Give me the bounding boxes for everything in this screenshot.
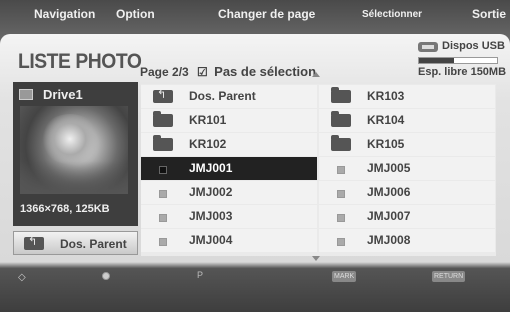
- image-info: 1366×768, 125KB: [20, 203, 110, 215]
- file-label: KR101: [189, 113, 227, 127]
- option-icon: [102, 272, 110, 280]
- selection-status: Pas de sélection: [214, 64, 317, 79]
- page-change-hint: Changer de page: [218, 7, 316, 21]
- drive-icon: [19, 89, 33, 100]
- file-label: JMJ002: [189, 185, 233, 199]
- folder-icon: [153, 111, 173, 127]
- file-icon: [337, 190, 345, 198]
- photo-thumbnail: [20, 106, 128, 194]
- usb-free-space: Esp. libre 150MB: [418, 66, 507, 78]
- checkbox-icon: ☑: [197, 65, 208, 79]
- file-item[interactable]: JMJ007: [319, 205, 495, 228]
- file-label: JMJ006: [367, 185, 411, 199]
- page-title: LISTE PHOTO: [18, 50, 142, 73]
- file-label: JMJ008: [367, 233, 411, 247]
- navigation-icon: ◇: [18, 272, 26, 283]
- file-label: JMJ007: [367, 209, 411, 223]
- file-icon: [337, 214, 345, 222]
- file-icon: [159, 190, 167, 198]
- file-icon: [337, 166, 345, 174]
- file-label: JMJ001: [189, 161, 233, 175]
- option-hint: Option: [116, 7, 155, 21]
- file-item[interactable]: JMJ003: [141, 205, 317, 228]
- usb-icon: [418, 42, 438, 52]
- page-info: Page 2/3 ☑ Pas de sélection: [140, 64, 316, 79]
- file-item[interactable]: JMJ004: [141, 229, 317, 252]
- usb-usage-bar: [418, 57, 498, 64]
- drive-header: Drive1: [13, 84, 138, 104]
- file-label: KR104: [367, 113, 405, 127]
- parent-folder-button[interactable]: Dos. Parent: [13, 231, 138, 255]
- file-item[interactable]: JMJ008: [319, 229, 495, 252]
- parent-folder-label: Dos. Parent: [60, 237, 127, 251]
- file-icon: [159, 238, 167, 246]
- folder-icon: [153, 135, 173, 151]
- select-hint: Sélectionner: [362, 9, 423, 20]
- file-label: KR103: [367, 89, 405, 103]
- file-item[interactable]: KR103: [319, 85, 495, 108]
- folder-icon: [331, 135, 351, 151]
- scroll-down-icon[interactable]: [312, 256, 320, 261]
- mark-key-icon: MARK: [332, 271, 357, 282]
- return-key-icon: RETURN: [432, 271, 466, 282]
- scroll-up-icon[interactable]: [312, 72, 320, 77]
- usb-usage-fill: [419, 58, 455, 63]
- file-label: KR105: [367, 137, 405, 151]
- file-item[interactable]: Dos. Parent: [141, 85, 317, 108]
- file-grid: Dos. Parent KR101 KR102 JMJ001 JMJ002 JMJ003 J…: [141, 84, 496, 256]
- exit-hint: Sortie: [472, 7, 507, 21]
- usb-status: Dispos USB Esp. libre 150MB: [418, 40, 506, 80]
- file-label: JMJ004: [189, 233, 233, 247]
- screen: LISTE PHOTO Page 2/3 ☑ Pas de sélection …: [0, 0, 510, 312]
- drive-label: Drive1: [43, 87, 83, 102]
- file-icon: [159, 214, 167, 222]
- file-label: JMJ005: [367, 161, 411, 175]
- file-label: Dos. Parent: [189, 89, 256, 103]
- file-item[interactable]: KR102: [141, 133, 317, 156]
- file-item[interactable]: JMJ006: [319, 181, 495, 204]
- file-item[interactable]: JMJ005: [319, 157, 495, 180]
- folder-icon: [331, 87, 351, 103]
- folder-up-icon: [153, 88, 173, 103]
- usb-label: Dispos USB: [442, 40, 505, 52]
- file-label: KR102: [189, 137, 227, 151]
- folder-icon: [331, 111, 351, 127]
- file-item[interactable]: KR105: [319, 133, 495, 156]
- file-icon: [337, 238, 345, 246]
- file-item[interactable]: KR101: [141, 109, 317, 132]
- file-item[interactable]: JMJ001: [141, 157, 317, 180]
- file-item[interactable]: JMJ002: [141, 181, 317, 204]
- p-key-icon: P: [197, 270, 204, 280]
- file-label: JMJ003: [189, 209, 233, 223]
- folder-up-icon: [24, 235, 44, 250]
- file-icon: [159, 166, 167, 174]
- page-number: Page 2/3: [140, 65, 189, 79]
- navigation-hint: Navigation: [34, 7, 96, 21]
- file-item[interactable]: KR104: [319, 109, 495, 132]
